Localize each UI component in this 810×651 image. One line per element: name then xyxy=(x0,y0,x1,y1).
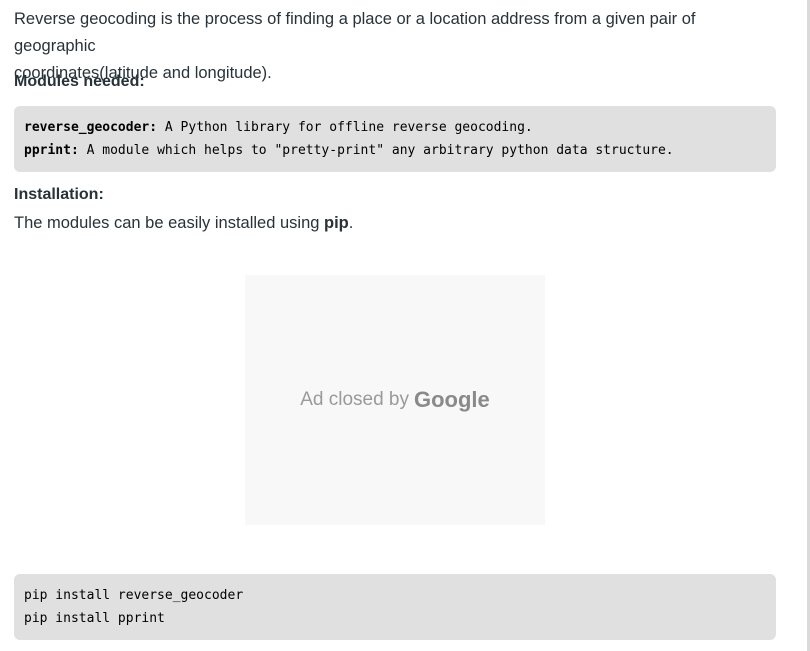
code-keyword: reverse_geocoder: xyxy=(24,120,158,135)
code-line-pprint: pprint: A module which helps to "pretty-… xyxy=(24,139,766,162)
google-logo: Google xyxy=(414,387,490,412)
code-line-reverse-geocoder: reverse_geocoder: A Python library for o… xyxy=(24,116,766,139)
installation-text: The modules can be easily installed usin… xyxy=(14,211,353,235)
modules-heading: Modules needed: xyxy=(14,73,145,90)
code-line-install-pprint: pip install pprint xyxy=(24,611,165,626)
ad-closed-text: Ad closed by xyxy=(300,389,409,410)
modules-code-block[interactable]: reverse_geocoder: A Python library for o… xyxy=(14,106,776,172)
code-description: A module which helps to "pretty-print" a… xyxy=(78,143,674,158)
pip-bold: pip xyxy=(324,214,349,232)
article-content: Reverse geocoding is the process of find… xyxy=(14,0,776,640)
installation-text-suffix: . xyxy=(348,214,354,232)
code-line-install-reverse-geocoder: pip install reverse_geocoder xyxy=(24,588,244,603)
installation-text-prefix: The modules can be easily installed usin… xyxy=(14,214,325,232)
ad-placeholder: Ad closed by Google xyxy=(245,275,545,525)
installation-heading: Installation: xyxy=(14,186,104,203)
code-keyword: pprint: xyxy=(24,143,79,158)
install-code-block[interactable]: pip install reverse_geocoder pip install… xyxy=(14,574,776,640)
code-description: A Python library for offline reverse geo… xyxy=(157,120,533,135)
intro-line-1: Reverse geocoding is the process of find… xyxy=(14,10,696,55)
